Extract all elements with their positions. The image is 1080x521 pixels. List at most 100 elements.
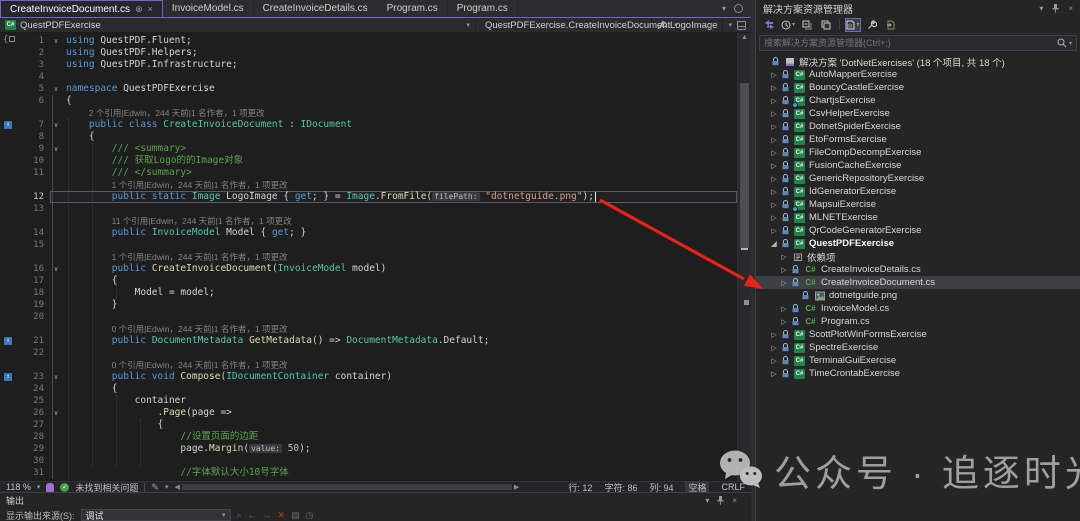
code-text[interactable]: } xyxy=(62,299,737,311)
chevron-down-icon[interactable]: ▾ xyxy=(728,21,732,29)
preview-selected-items-icon[interactable] xyxy=(883,18,899,32)
tree-item[interactable]: ▷C#MapsuiExercise xyxy=(756,198,1080,211)
code-text[interactable]: using QuestPDF.Helpers; xyxy=(62,47,737,59)
tree-expander-icon[interactable]: ◢ xyxy=(770,240,778,248)
code-text[interactable]: 1 个引用|Edwin，244 天前|1 名作者，1 项更改 xyxy=(62,179,737,191)
fold-chevron-icon[interactable]: ∨ xyxy=(50,371,62,383)
code-text[interactable]: page.Margin(value: 50); xyxy=(62,443,737,455)
code-text[interactable] xyxy=(62,347,737,359)
glyph-margin[interactable] xyxy=(0,107,16,119)
tree-item[interactable]: ▷C#Program.cs xyxy=(756,315,1080,328)
code-line[interactable]: 27 { xyxy=(0,419,737,431)
nav-type-combo[interactable]: QuestPDFExercise.CreateInvoiceDocument ▾ xyxy=(476,18,652,32)
tree-expander-icon[interactable]: ▷ xyxy=(770,227,778,235)
chevron-down-icon[interactable]: ▾ xyxy=(1039,4,1043,13)
glyph-margin[interactable] xyxy=(0,359,16,371)
code-editor[interactable]: { 1∨using QuestPDF.Fluent;2using QuestPD… xyxy=(0,33,751,481)
next-message-icon[interactable]: → xyxy=(263,510,272,520)
tree-item[interactable]: 解决方案 'DotNetExercises' (18 个项目, 共 18 个) xyxy=(756,55,1080,68)
tree-item[interactable]: ▷C#ScottPlotWinFormsExercise xyxy=(756,328,1080,341)
scrollbar-thumb[interactable] xyxy=(740,83,749,248)
tree-item[interactable]: ▷C#InvoiceModel.cs xyxy=(756,302,1080,315)
tree-item[interactable]: ▷C#FusionCacheExercise xyxy=(756,159,1080,172)
tree-expander-icon[interactable]: ▷ xyxy=(780,318,788,326)
code-text[interactable]: .Page(page => xyxy=(62,407,737,419)
tree-expander-icon[interactable]: ▷ xyxy=(780,279,788,287)
glyph-margin[interactable] xyxy=(0,395,16,407)
glyph-margin[interactable] xyxy=(0,191,16,203)
tree-expander-icon[interactable]: ▷ xyxy=(770,214,778,222)
glyph-margin[interactable] xyxy=(0,467,16,479)
code-text[interactable]: { xyxy=(62,419,737,431)
fold-chevron-icon[interactable]: ∨ xyxy=(50,263,62,275)
tree-expander-icon[interactable]: ▷ xyxy=(770,97,778,105)
implements-interface-icon[interactable]: ↑ xyxy=(4,337,12,345)
code-text[interactable]: public DocumentMetadata GetMetadata() =>… xyxy=(62,335,737,347)
fold-chevron-icon[interactable]: ∨ xyxy=(50,407,62,419)
code-line[interactable]: 25 container xyxy=(0,395,737,407)
tree-expander-icon[interactable]: ▷ xyxy=(770,123,778,131)
glyph-margin[interactable] xyxy=(0,203,16,215)
pending-changes-filter-icon[interactable]: ▾ xyxy=(780,18,796,32)
tree-expander-icon[interactable]: ▷ xyxy=(780,266,788,274)
implements-interface-icon[interactable]: ↑ xyxy=(4,373,12,381)
code-line[interactable]: 11 /// </summary> xyxy=(0,167,737,179)
code-text[interactable] xyxy=(62,203,737,215)
close-icon[interactable]: × xyxy=(732,496,737,505)
tree-expander-icon[interactable]: ▷ xyxy=(770,188,778,196)
codelens-row[interactable]: 0 个引用|Edwin，244 天前|1 名作者，1 项更改 xyxy=(0,359,737,371)
glyph-margin[interactable]: ↑ xyxy=(0,335,16,347)
code-text[interactable] xyxy=(62,239,737,251)
glyph-margin[interactable] xyxy=(0,239,16,251)
properties-pages-icon[interactable] xyxy=(818,18,834,32)
glyph-margin[interactable] xyxy=(0,455,16,467)
codelens-info[interactable]: 0 个引用|Edwin，244 天前|1 名作者，1 项更改 xyxy=(66,360,287,370)
glyph-margin[interactable] xyxy=(0,407,16,419)
tree-item[interactable]: ▷C#QrCodeGeneratorExercise xyxy=(756,224,1080,237)
code-line[interactable]: 14 public InvoiceModel Model { get; } xyxy=(0,227,737,239)
codelens-info[interactable]: 2 个引用|Edwin，244 天前|1 名作者，1 项更改 xyxy=(66,108,265,118)
codelens-row[interactable]: 1 个引用|Edwin，244 天前|1 名作者，1 项更改 xyxy=(0,251,737,263)
close-icon[interactable]: × xyxy=(1068,4,1073,13)
glyph-margin[interactable] xyxy=(0,251,16,263)
tree-item[interactable]: ▷依赖项 xyxy=(756,250,1080,263)
show-all-files-icon[interactable]: ▾ xyxy=(845,18,861,32)
chevron-down-icon[interactable]: ▾ xyxy=(37,483,41,491)
scroll-right-icon[interactable]: ▶ xyxy=(514,483,519,491)
scroll-left-icon[interactable]: ◀ xyxy=(174,483,179,491)
tree-item[interactable]: ▷C#EtoFormsExercise xyxy=(756,133,1080,146)
collapse-all-icon[interactable] xyxy=(799,18,815,32)
codelens-info[interactable]: 11 个引用|Edwin，244 天前|1 名作者，1 项更改 xyxy=(66,216,292,226)
glyph-margin[interactable] xyxy=(0,443,16,455)
code-text[interactable]: public void Compose(IDocumentContainer c… xyxy=(62,371,737,383)
chevron-down-icon[interactable]: ▾ xyxy=(705,496,709,505)
tab-options-icon[interactable] xyxy=(734,4,743,13)
glyph-margin[interactable] xyxy=(0,167,16,179)
code-line[interactable]: 9∨ /// <summary> xyxy=(0,143,737,155)
tree-expander-icon[interactable]: ▷ xyxy=(780,253,788,261)
code-text[interactable]: 1 个引用|Edwin，244 天前|1 名作者，1 项更改 xyxy=(62,251,737,263)
code-text[interactable]: using QuestPDF.Infrastructure; xyxy=(62,59,737,71)
code-line[interactable]: 15 xyxy=(0,239,737,251)
chevron-down-icon[interactable]: ▾ xyxy=(165,483,169,491)
code-line[interactable]: 18 Model = model; xyxy=(0,287,737,299)
fold-chevron-icon[interactable]: ∨ xyxy=(50,143,62,155)
code-text[interactable]: { xyxy=(62,275,737,287)
clear-all-icon[interactable]: ✕ xyxy=(278,510,286,521)
tree-item[interactable]: ▷C#CsvHelperExercise xyxy=(756,107,1080,120)
implements-interface-icon[interactable]: ↑ xyxy=(4,121,12,129)
code-line[interactable]: 19 } xyxy=(0,299,737,311)
code-text[interactable]: 11 个引用|Edwin，244 天前|1 名作者，1 项更改 xyxy=(62,215,737,227)
close-tab-icon[interactable]: × xyxy=(148,5,153,14)
code-line[interactable]: 6{ xyxy=(0,95,737,107)
codelens-row[interactable]: 11 个引用|Edwin，244 天前|1 名作者，1 项更改 xyxy=(0,215,737,227)
document-tab[interactable]: Program.cs xyxy=(378,0,448,17)
editor-vertical-scrollbar[interactable]: ▲ ▼ xyxy=(737,33,751,481)
tree-item[interactable]: ▷C#CreateInvoiceDocument.cs xyxy=(756,276,1080,289)
code-text[interactable]: public CreateInvoiceDocument(InvoiceMode… xyxy=(62,263,737,275)
glyph-margin[interactable] xyxy=(0,131,16,143)
code-text[interactable] xyxy=(62,455,737,467)
zoom-level[interactable]: 118 % xyxy=(6,482,31,492)
code-text[interactable]: using QuestPDF.Fluent; xyxy=(62,35,737,47)
tree-item[interactable]: ▷C#BouncyCastleExercise xyxy=(756,81,1080,94)
